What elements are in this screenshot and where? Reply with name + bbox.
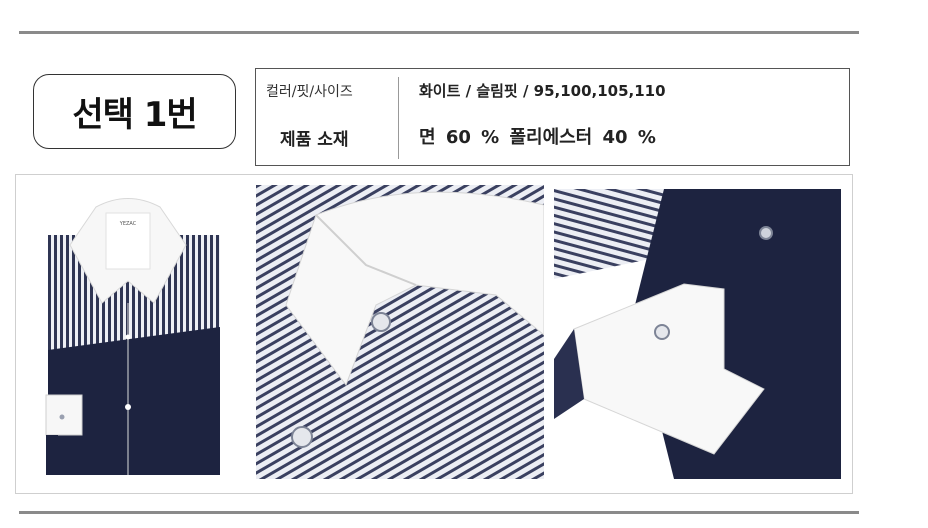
shirt-folded-front-image: YEZAC <box>36 185 258 481</box>
shirt-collar-closeup-image <box>256 185 544 479</box>
spec-value-material: 면 60 % 폴리에스터 40 % <box>419 127 656 148</box>
spec-label-color-fit-size: 컬러/핏/사이즈 <box>266 84 353 100</box>
top-divider <box>19 31 859 34</box>
spec-divider <box>398 77 399 159</box>
product-gallery: YEZAC <box>15 174 853 494</box>
spec-label-material: 제품 소재 <box>280 130 349 150</box>
option-badge: 선택 1번 <box>33 74 236 149</box>
spec-value-color-fit-size: 화이트 / 슬림핏 / 95,100,105,110 <box>419 82 666 100</box>
option-title: 선택 1번 <box>72 95 197 135</box>
spec-table: 컬러/핏/사이즈 제품 소재 화이트 / 슬림핏 / 95,100,105,11… <box>255 68 850 166</box>
shirt-cuff-closeup-image <box>554 189 841 479</box>
svg-text:YEZAC: YEZAC <box>119 221 137 227</box>
bottom-divider <box>19 511 859 514</box>
